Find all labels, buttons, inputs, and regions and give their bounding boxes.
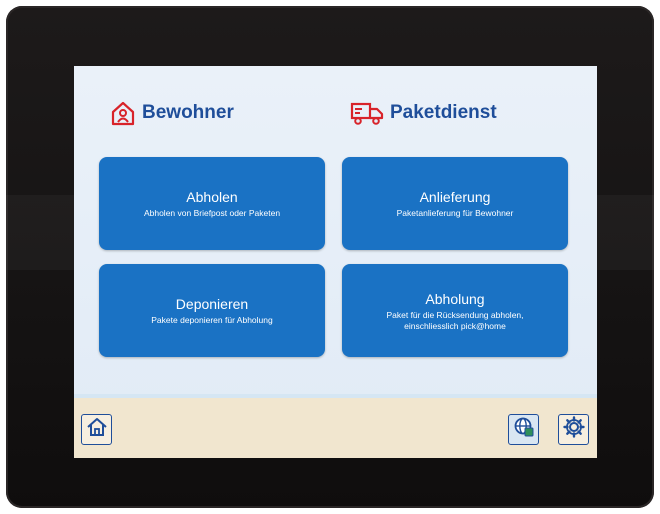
section-title-parcel-service: Paketdienst xyxy=(350,100,497,126)
return-pickup-button[interactable]: Abholung Paket für die Rücksendung abhol… xyxy=(342,264,568,357)
tile-subtitle: Abholen von Briefpost oder Paketen xyxy=(143,208,281,218)
tile-subtitle: Paketanlieferung für Bewohner xyxy=(396,208,514,218)
residents-label: Bewohner xyxy=(142,102,234,123)
bottom-toolbar xyxy=(74,394,597,458)
section-header: Bewohner Paketdienst xyxy=(74,100,597,136)
pickup-button[interactable]: Abholen Abholen von Briefpost oder Paket… xyxy=(99,157,325,250)
home-icon xyxy=(86,416,108,443)
section-title-residents: Bewohner xyxy=(110,100,234,126)
language-button[interactable] xyxy=(508,414,539,445)
touch-screen: Bewohner Paketdienst Abholen Abholen von… xyxy=(74,66,597,458)
deposit-button[interactable]: Deponieren Pakete deponieren für Abholun… xyxy=(99,264,325,357)
tile-title: Abholen xyxy=(186,189,238,205)
home-button[interactable] xyxy=(81,414,112,445)
tile-title: Anlieferung xyxy=(419,189,491,205)
tile-title: Abholung xyxy=(425,290,485,307)
tile-subtitle: Pakete deponieren für Abholung xyxy=(151,315,273,325)
settings-button[interactable] xyxy=(558,414,589,445)
house-person-icon xyxy=(110,100,136,126)
gear-icon xyxy=(562,416,585,443)
delivery-button[interactable]: Anlieferung Paketanlieferung für Bewohne… xyxy=(342,157,568,250)
tile-title: Deponieren xyxy=(175,296,249,312)
parcel-service-label: Paketdienst xyxy=(390,102,497,123)
delivery-truck-icon xyxy=(350,100,384,126)
globe-language-icon xyxy=(513,416,535,443)
tile-subtitle: Paket für die Rücksendung abholen, einsc… xyxy=(386,309,524,331)
